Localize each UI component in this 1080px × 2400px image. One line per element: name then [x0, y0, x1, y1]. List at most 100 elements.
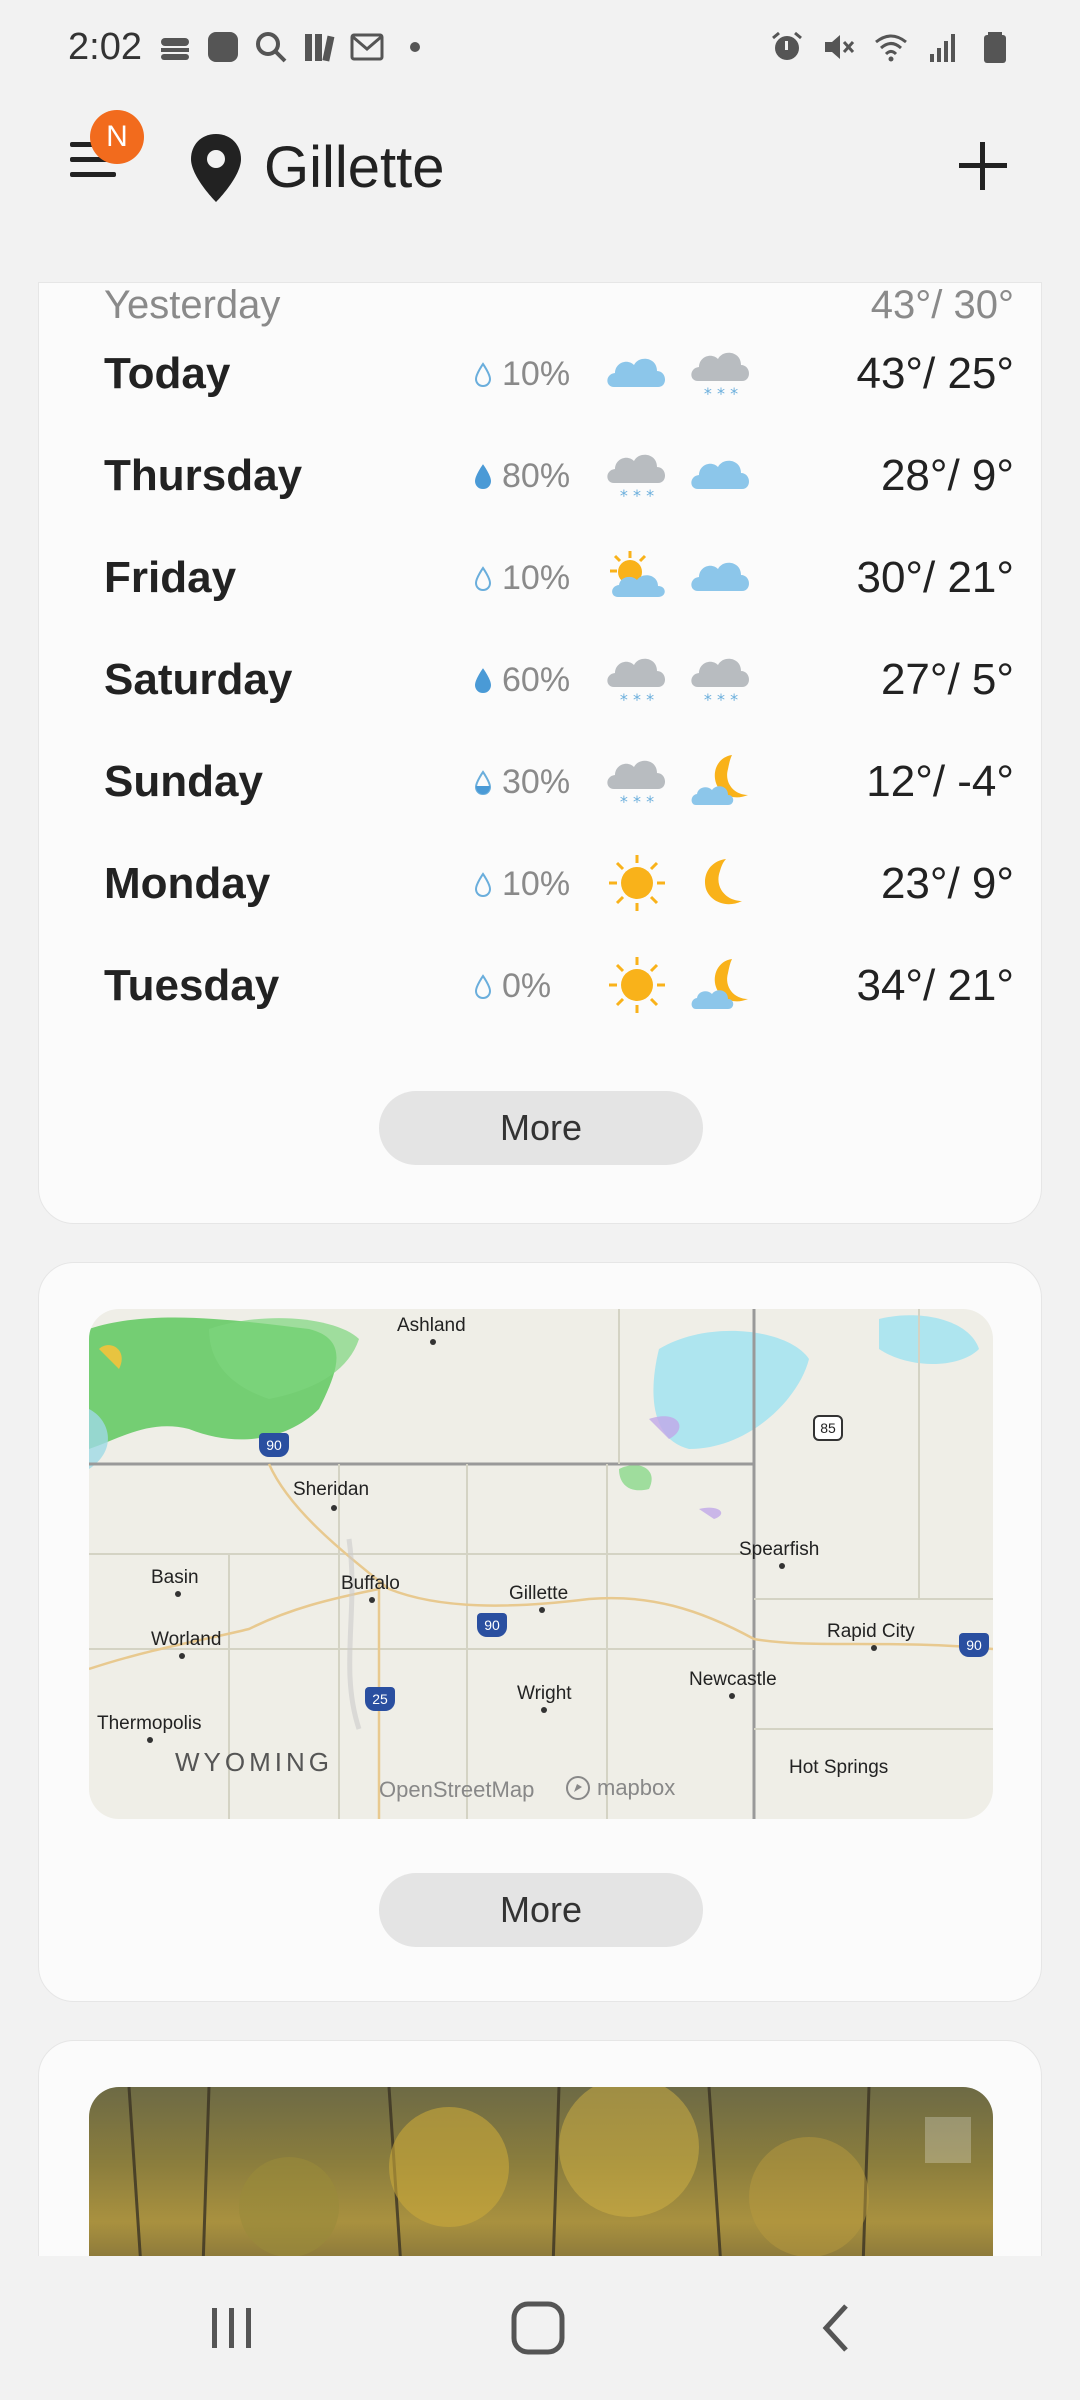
interstate-shield: 90 [477, 1613, 507, 1637]
raindrop-icon [474, 566, 492, 592]
interstate-shield: 25 [365, 1687, 395, 1711]
mail-app-icon [350, 33, 384, 61]
daily-forecast-card: Yesterday 43°/ 30° Today 10% 43°/ 25° Thurs… [38, 282, 1042, 1224]
precip-chance: 0% [474, 967, 551, 1006]
day-label: Thursday [104, 451, 303, 500]
forecast-day-row[interactable]: Sunday 30% 12°/ -4° [104, 743, 1014, 823]
system-nav-bar [0, 2256, 1080, 2400]
snow-icon [686, 647, 756, 711]
yesterday-temps: 43°/ 30° [870, 283, 1014, 327]
raindrop-icon [474, 974, 492, 1000]
map-attribution-osm[interactable]: OpenStreetMap [379, 1777, 534, 1803]
cloud-icon [602, 341, 672, 405]
radar-map-card: Ashland Sheridan Spearfish Basin Buffalo… [38, 1262, 1042, 2002]
map-place-label: Ashland [397, 1315, 466, 1336]
high-low-temps: 27°/ 5° [880, 655, 1014, 704]
map-place-label: Sheridan [293, 1479, 370, 1500]
raindrop-icon [474, 464, 492, 490]
mapbox-label: mapbox [597, 1775, 676, 1800]
interstate-shield: 90 [959, 1633, 989, 1657]
precip-value: 10% [502, 865, 571, 903]
precip-chance: 30% [474, 763, 570, 802]
map-place-label: Spearfish [739, 1539, 820, 1560]
partly-sunny-icon [602, 545, 672, 609]
high-low-temps: 12°/ -4° [866, 757, 1014, 806]
day-label: Tuesday [104, 961, 280, 1010]
precip-chance: 10% [474, 355, 570, 394]
back-icon[interactable] [806, 2296, 870, 2360]
map-place-label: Hot Springs [789, 1757, 889, 1778]
home-icon[interactable] [506, 2296, 570, 2360]
map-more-button[interactable]: More [379, 1873, 703, 1947]
burger-app-icon [161, 38, 189, 60]
location-pin-icon [191, 134, 241, 202]
library-app-icon [305, 34, 335, 62]
snow-icon [602, 647, 672, 711]
snow-icon [686, 341, 756, 405]
raindrop-icon [474, 668, 492, 694]
more-notifications-dot-icon [410, 42, 420, 52]
forecast-day-row[interactable]: Thursday 80% 28°/ 9° [104, 437, 1014, 517]
forecast-day-row[interactable]: Today 10% 43°/ 25° [104, 335, 1014, 415]
map-place-label: Wright [517, 1683, 572, 1704]
partly-cloudy-night-icon [686, 953, 756, 1017]
snow-icon [602, 749, 672, 813]
forecast-day-row[interactable]: Tuesday 0% 34°/ 21° [104, 947, 1014, 1027]
day-label: Today [104, 349, 231, 398]
yesterday-row: Yesterday 43°/ 30° [104, 283, 1014, 327]
snow-icon [602, 443, 672, 507]
cloud-icon [686, 545, 756, 609]
map-state-label: WYOMING [175, 1747, 333, 1777]
day-label: Sunday [104, 757, 263, 806]
mute-icon [825, 35, 855, 59]
precip-value: 60% [502, 661, 571, 699]
high-low-temps: 28°/ 9° [880, 451, 1014, 500]
day-label: Saturday [104, 655, 293, 704]
forecast-more-button[interactable]: More [379, 1091, 703, 1165]
us-highway-shield: 85 [813, 1415, 843, 1441]
forecast-day-row[interactable]: Monday 10% 23°/ 9° [104, 845, 1014, 925]
partly-cloudy-night-icon [686, 749, 756, 813]
recent-apps-icon[interactable] [200, 2296, 264, 2360]
cloud-icon [686, 443, 756, 507]
status-bar: 2:02 [0, 0, 1080, 96]
notification-badge: N [90, 110, 144, 164]
precip-chance: 80% [474, 457, 570, 496]
map-place-label: Rapid City [827, 1621, 915, 1642]
map-place-label: Worland [151, 1629, 222, 1650]
precip-value: 10% [502, 559, 571, 597]
raindrop-icon [474, 362, 492, 388]
radar-map[interactable]: Ashland Sheridan Spearfish Basin Buffalo… [89, 1309, 993, 1819]
location-title[interactable]: Gillette [264, 134, 445, 201]
signal-icon [930, 34, 955, 62]
forecast-day-row[interactable]: Saturday 60% 27°/ 5° [104, 641, 1014, 721]
high-low-temps: 30°/ 21° [856, 553, 1014, 602]
wifi-icon [875, 34, 907, 62]
map-place-label: Basin [151, 1567, 199, 1588]
sun-icon [602, 851, 672, 915]
precip-chance: 10% [474, 865, 570, 904]
add-location-button[interactable] [955, 138, 1011, 194]
forecast-day-row[interactable]: Friday 10% 30°/ 21° [104, 539, 1014, 619]
precip-value: 80% [502, 457, 571, 495]
high-low-temps: 34°/ 21° [856, 961, 1014, 1010]
yesterday-label: Yesterday [104, 283, 281, 327]
mapbox-logo-icon [566, 1776, 590, 1800]
map-attribution-mapbox[interactable]: mapbox [565, 1775, 675, 1801]
app-square-icon [208, 32, 238, 62]
precip-value: 10% [502, 355, 571, 393]
precip-value: 30% [502, 763, 571, 801]
map-graphic [89, 1309, 993, 1819]
status-time: 2:02 [68, 26, 142, 68]
map-place-label: Newcastle [689, 1669, 777, 1690]
map-place-label: Gillette [509, 1583, 569, 1604]
precip-chance: 60% [474, 661, 570, 700]
interstate-shield: 90 [259, 1433, 289, 1457]
day-label: Friday [104, 553, 237, 602]
high-low-temps: 23°/ 9° [880, 859, 1014, 908]
day-label: Monday [104, 859, 271, 908]
raindrop-icon [474, 872, 492, 898]
raindrop-icon [474, 770, 492, 796]
battery-icon [984, 32, 1006, 63]
high-low-temps: 43°/ 25° [856, 349, 1014, 398]
